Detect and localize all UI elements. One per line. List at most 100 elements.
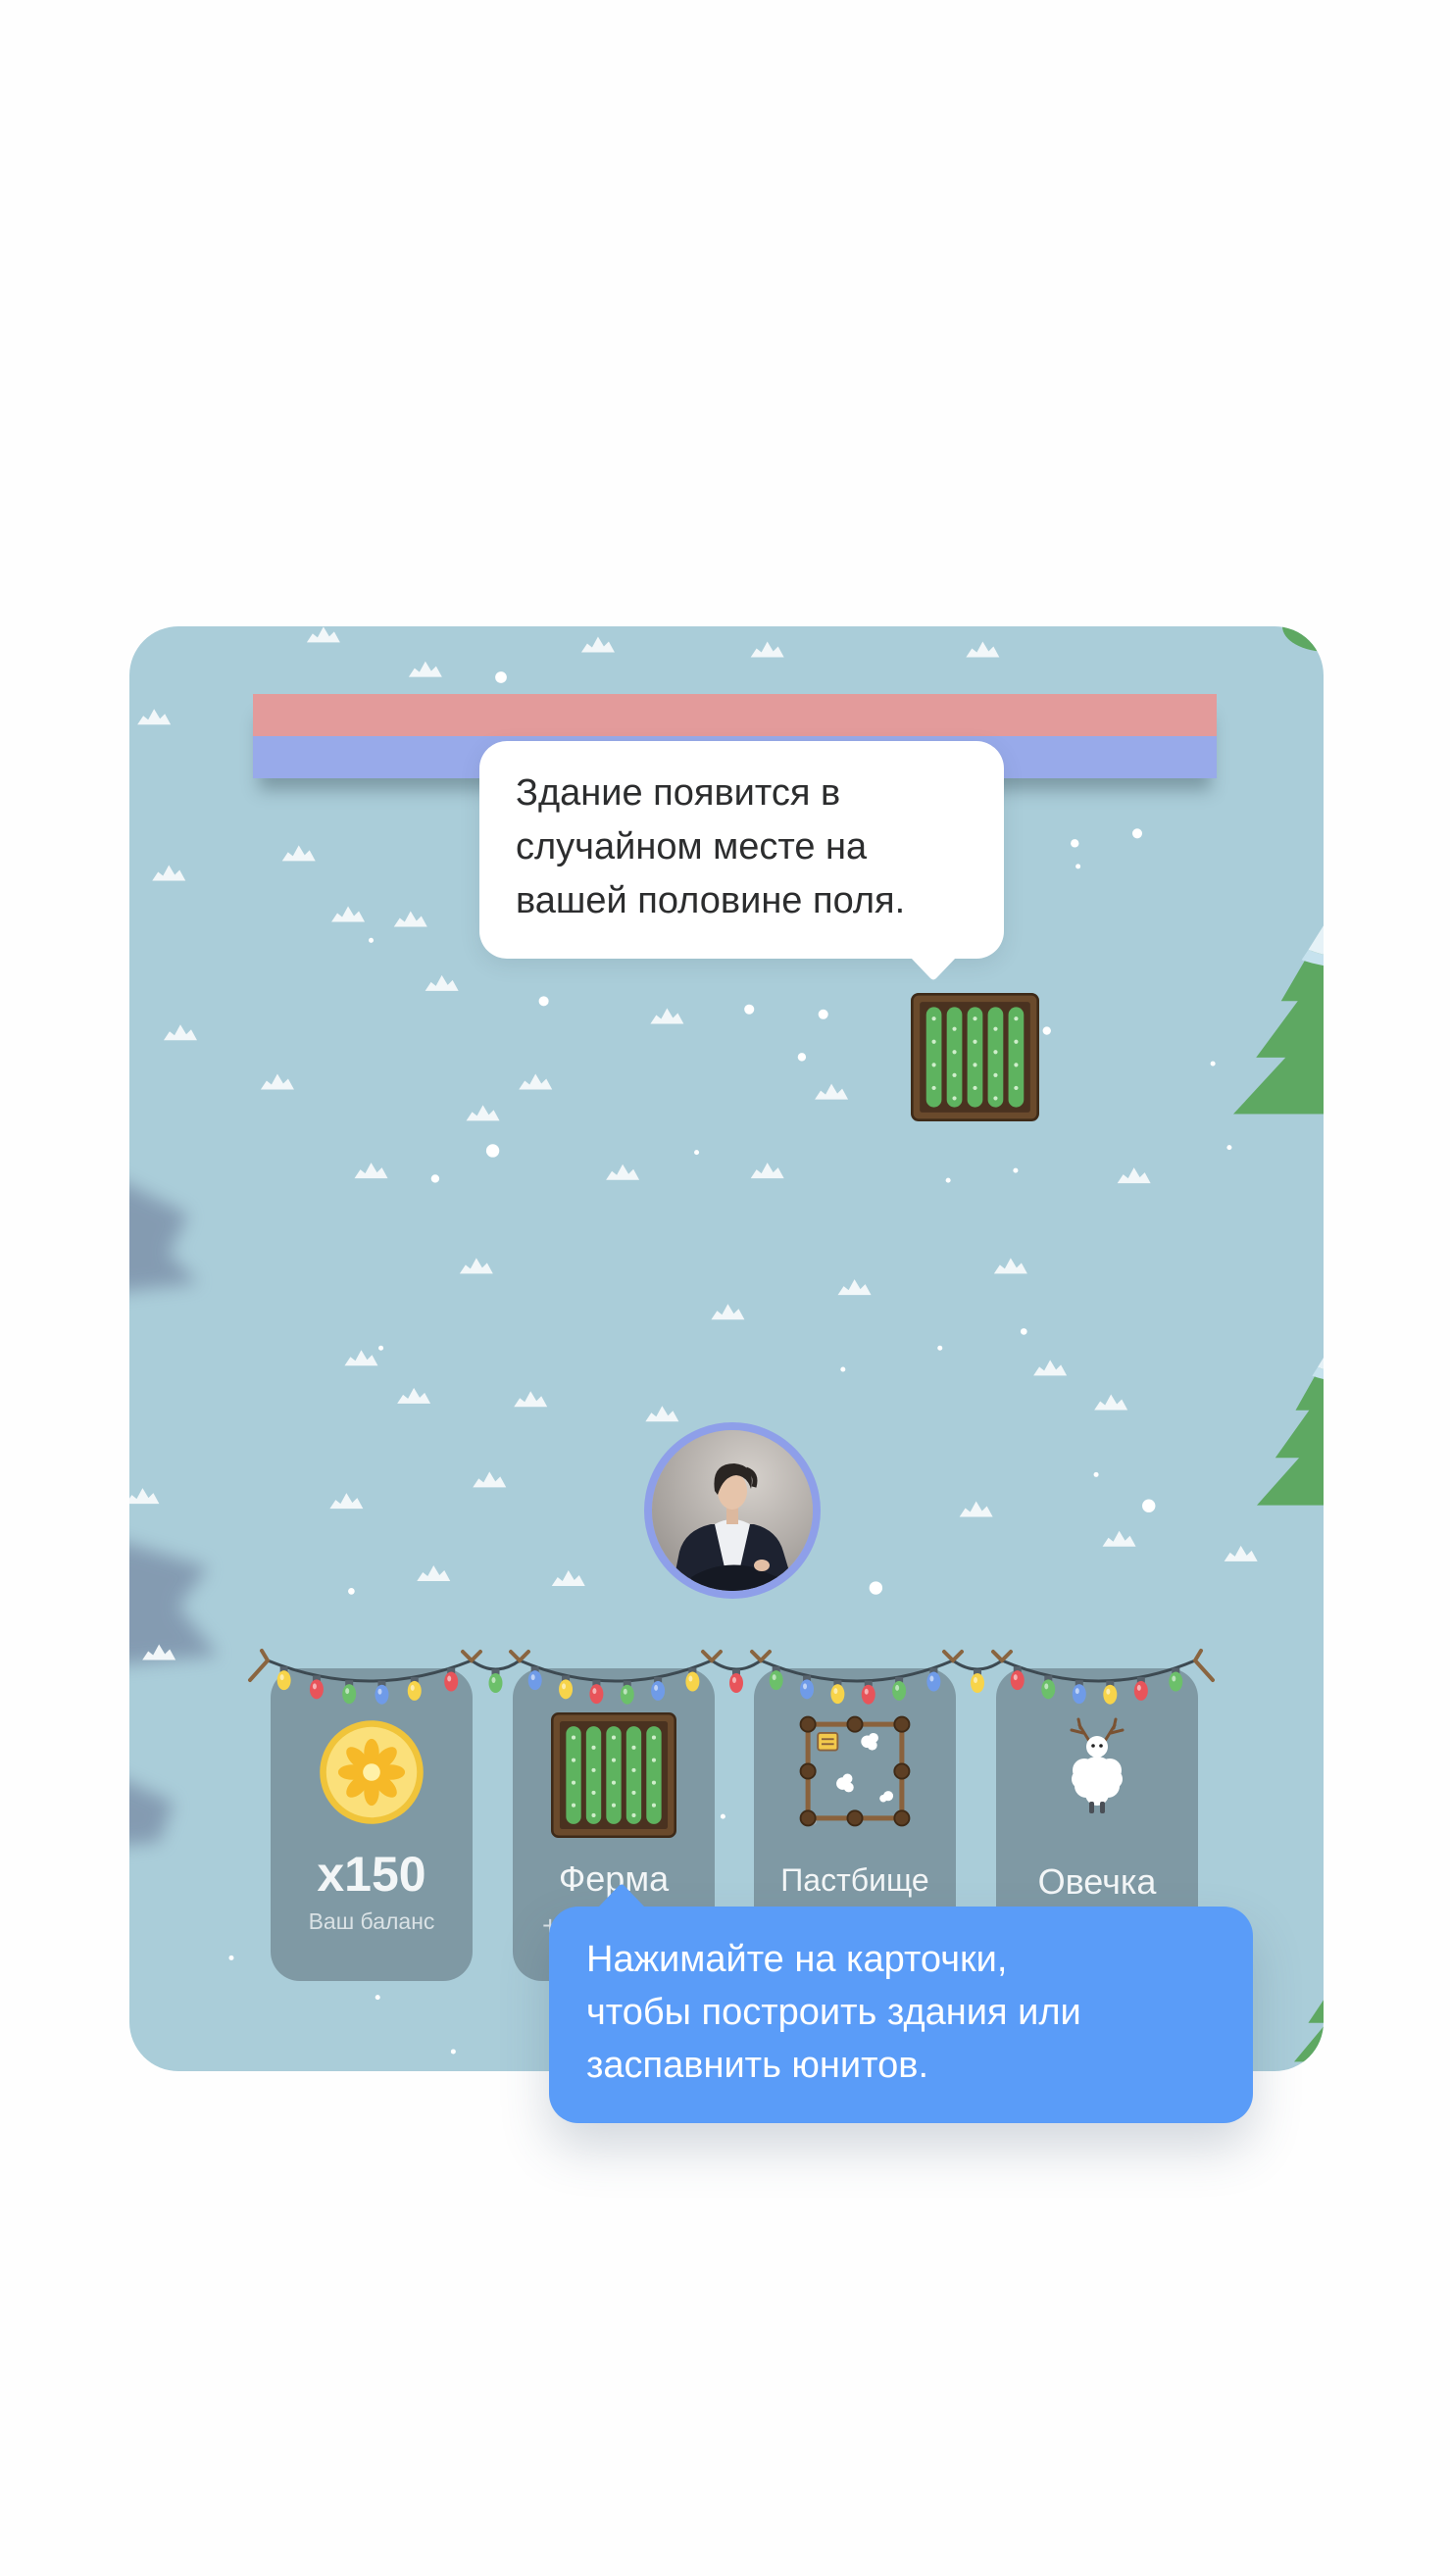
snow-patch (645, 1406, 679, 1422)
snow-patch (750, 1163, 784, 1179)
snow-patch (473, 1471, 507, 1488)
snowflake (1226, 1145, 1232, 1151)
pine-tree (1233, 925, 1324, 1115)
snowflake (797, 1053, 807, 1062)
snow-patch (580, 636, 615, 653)
game-board[interactable]: Здание появится в случайном месте на ваш… (129, 626, 1324, 2071)
snow-patch (306, 626, 340, 643)
cards-hint-line: заспавнить юнитов. (586, 2045, 928, 2086)
snow-patch (425, 974, 459, 991)
pine-tree (1294, 2000, 1324, 2062)
snow-patch (137, 709, 172, 725)
snow-patch (551, 1569, 585, 1586)
snowflake (720, 1813, 725, 1819)
snow-patch (417, 1564, 451, 1581)
snowflake (430, 1174, 440, 1183)
snowflake (869, 1581, 883, 1595)
snowflake (937, 1345, 943, 1351)
placed-farm-building (911, 993, 1039, 1121)
snow-patch (606, 1164, 640, 1180)
pine-tree (1257, 1357, 1324, 1506)
snow-patch (1094, 1394, 1128, 1411)
coin-icon (320, 1720, 424, 1824)
snow-patch (959, 1501, 993, 1517)
avatar-photo (652, 1430, 813, 1591)
snowflake (1093, 1471, 1099, 1477)
snowflake (228, 1955, 234, 1960)
snowflake (1131, 828, 1143, 839)
snowflake (1210, 1061, 1216, 1066)
building-hint-tooltip: Здание появится в случайном месте на ваш… (479, 741, 1004, 980)
snow-patch (397, 1387, 431, 1404)
snow-patch (519, 1073, 553, 1090)
snow-patch (408, 661, 442, 677)
enemy-health-fill (253, 694, 1217, 736)
snowflake (378, 1345, 384, 1351)
balance-label: Ваш баланс (308, 1908, 435, 1934)
snowflake (1075, 864, 1081, 869)
snowflake (1013, 1167, 1019, 1173)
snow-patch (281, 845, 316, 862)
blurred-tree (129, 1782, 174, 1845)
snowflake (818, 1009, 828, 1019)
building-hint-line: вашей половине поля. (516, 880, 906, 921)
snow-patch (966, 641, 1000, 658)
card-balance: x150 Ваш баланс (271, 1668, 473, 1981)
cards-hint-line: Нажимайте на карточки, (586, 1939, 1008, 1980)
snow-patch (1102, 1530, 1136, 1547)
snowflake (1142, 1499, 1156, 1512)
snowflake (1042, 1026, 1051, 1035)
snow-patch (815, 1083, 849, 1100)
snowflake (348, 1588, 355, 1595)
snow-patch (354, 1163, 388, 1179)
snowflake (945, 1177, 951, 1183)
snow-patch (393, 911, 427, 927)
snow-patch (163, 1024, 197, 1041)
snow-patch (331, 906, 366, 922)
balance-value: x150 (317, 1847, 426, 1902)
snowflake (450, 2049, 456, 2055)
snowflake (1020, 1328, 1027, 1335)
snowflake (485, 1144, 500, 1158)
snowflake (744, 1004, 755, 1015)
snow-patch (344, 1350, 378, 1366)
snow-patch (1224, 1545, 1258, 1561)
tooltip-pointer (598, 1884, 645, 1907)
snow-patch (650, 1008, 684, 1024)
blurred-tree (129, 1185, 198, 1291)
card-sheep-title: Овечка (1037, 1861, 1157, 1902)
snowflake (538, 996, 549, 1007)
sheep-icon (1070, 1717, 1125, 1813)
snow-patch (993, 1258, 1027, 1274)
blurred-tree (129, 1544, 218, 1664)
tree-crown (1282, 626, 1324, 652)
cards-hint-line: чтобы построить здания или (586, 1992, 1081, 2033)
snow-patch (1117, 1167, 1151, 1184)
snow-patch (466, 1105, 500, 1121)
farm-icon (911, 993, 1039, 1121)
farm-icon (551, 1712, 676, 1838)
snow-patch (837, 1279, 872, 1296)
snowflake (694, 1150, 700, 1156)
tooltip-pointer (911, 958, 956, 980)
snow-patch (459, 1258, 493, 1274)
snow-patch (514, 1391, 548, 1408)
cards-hint-tooltip: Нажимайте на карточки, чтобы построить з… (549, 1884, 1253, 2123)
snowflake (1071, 839, 1079, 848)
snowflake (375, 1995, 380, 2001)
snow-patch (260, 1073, 294, 1090)
player-avatar (644, 1422, 821, 1599)
snow-patch (329, 1493, 364, 1510)
pasture-icon (799, 1715, 911, 1827)
snowflake (840, 1366, 846, 1372)
building-hint-line: случайном месте на (516, 826, 868, 867)
snow-patch (129, 1488, 160, 1505)
snow-patch (711, 1304, 745, 1320)
snow-patch (750, 641, 784, 658)
snowflake (369, 937, 375, 943)
snow-patch (152, 865, 186, 881)
enemy-health-bar (253, 694, 1217, 736)
card-pasture-title: Пастбище (780, 1862, 929, 1898)
snowflake (495, 671, 507, 683)
snow-patch (1033, 1360, 1068, 1376)
